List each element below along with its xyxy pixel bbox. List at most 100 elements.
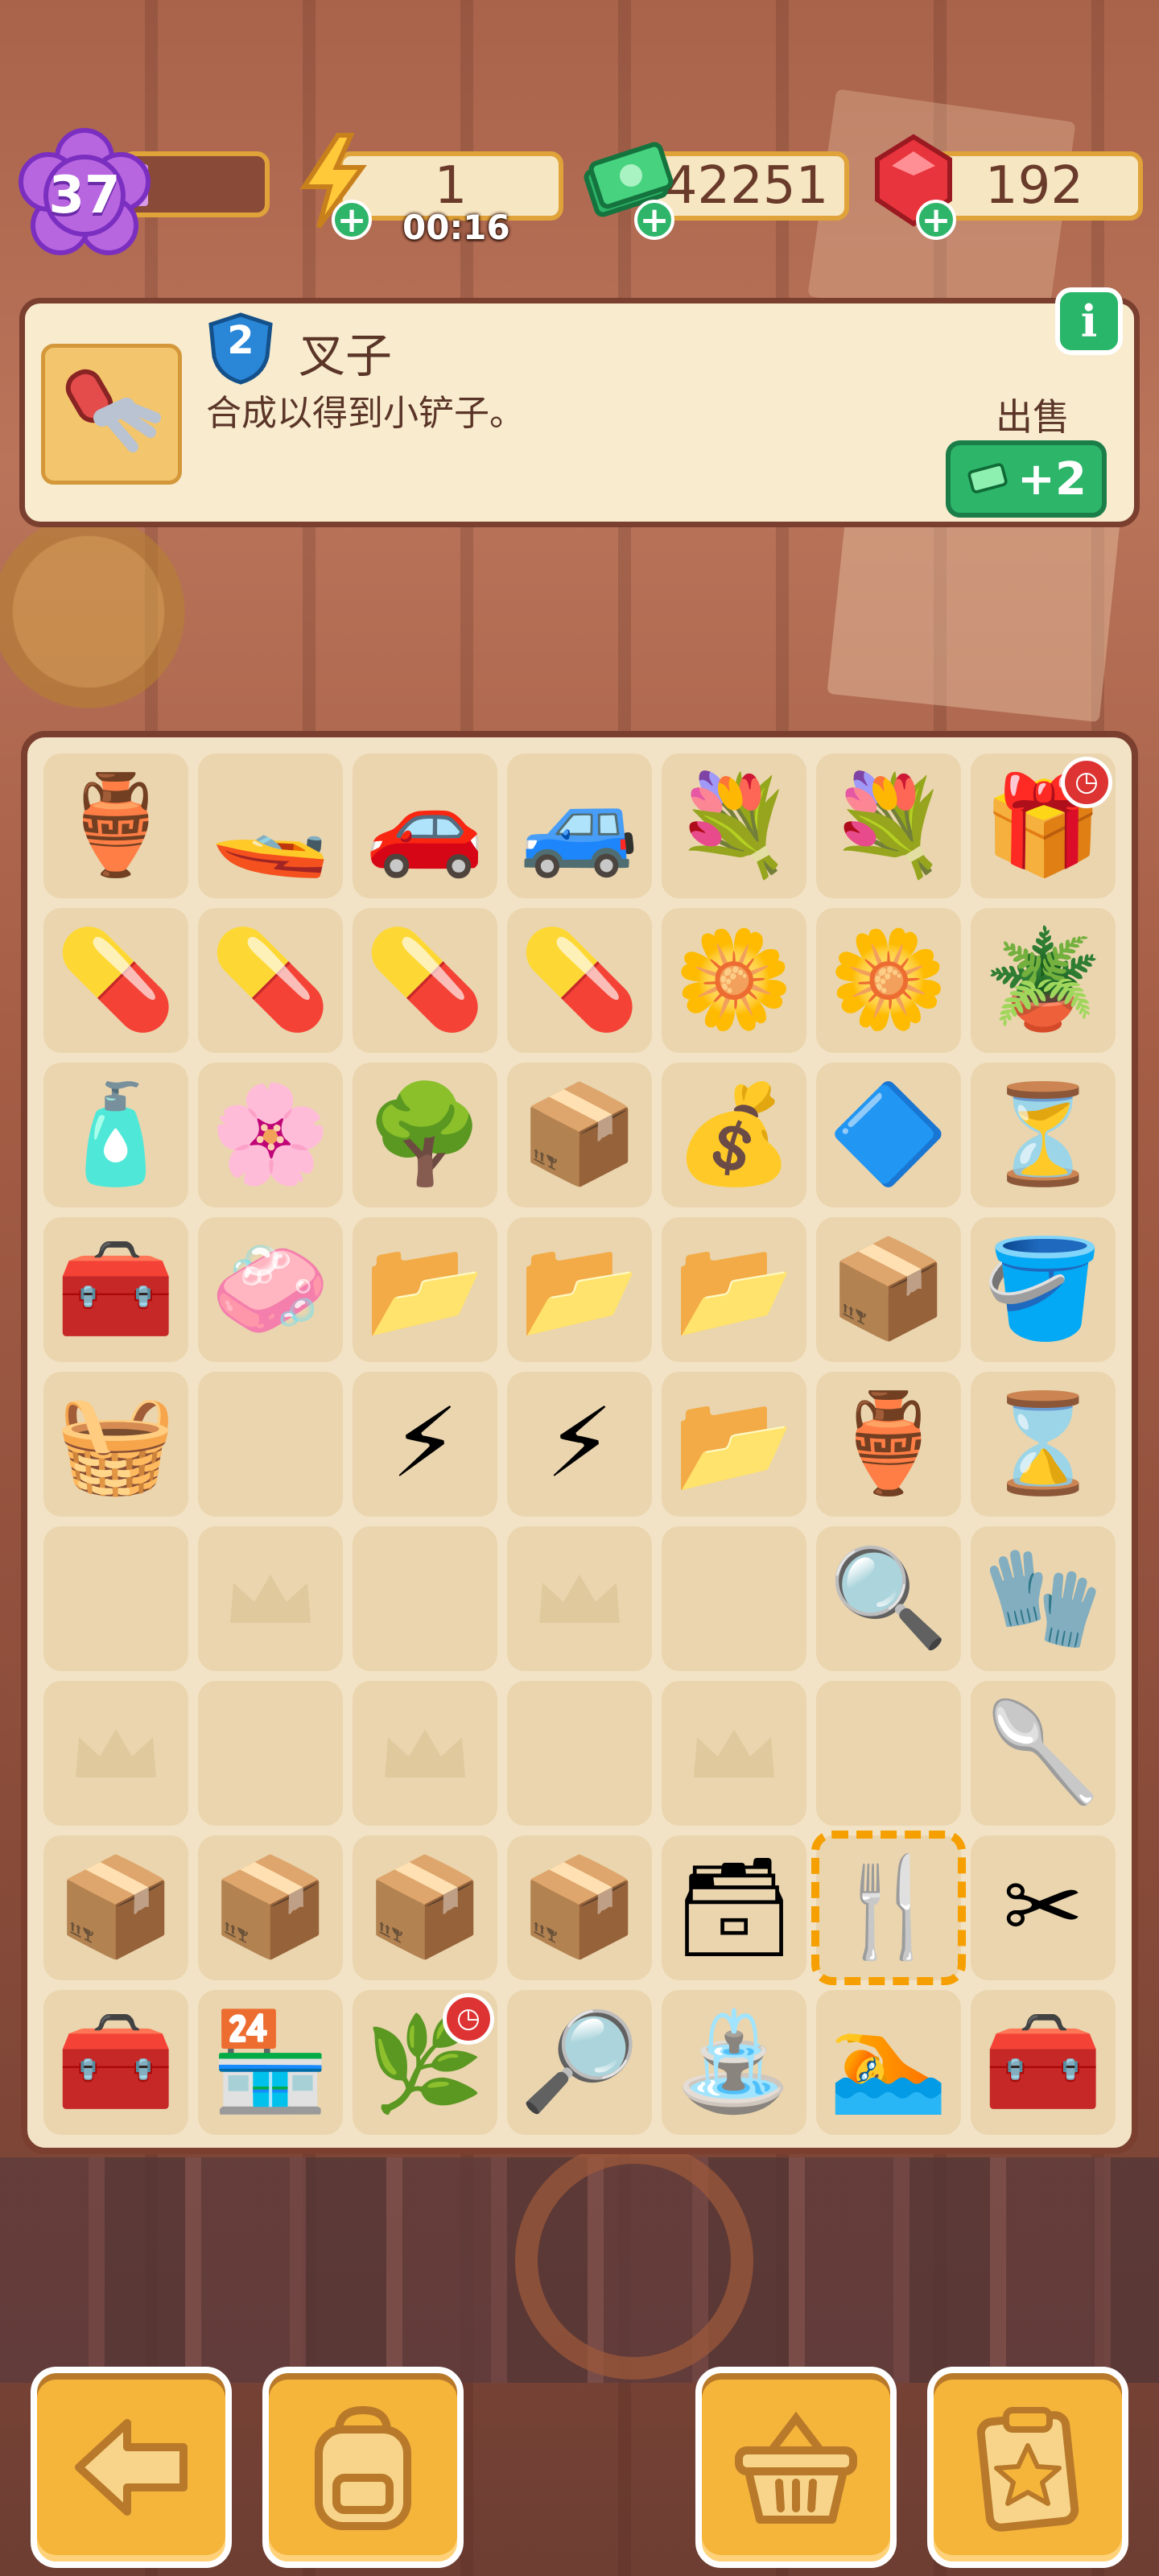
shop-basket-button[interactable] <box>695 2367 897 2568</box>
energy-value: 1 <box>434 156 468 216</box>
flower-bouquet-icon: 💐 <box>674 770 794 881</box>
add-cash-button[interactable]: + <box>634 200 674 240</box>
info-button[interactable]: i <box>1055 287 1123 355</box>
toolbox-chest-icon: 🧰 <box>56 2006 176 2118</box>
board-cell[interactable]: 🏪 <box>198 1990 343 2135</box>
board-cell[interactable]: 🍴 <box>811 1831 966 1985</box>
board-cell[interactable]: 🚗 <box>353 753 497 898</box>
board-cell-empty[interactable] <box>662 1681 806 1826</box>
add-gems-button[interactable]: + <box>916 200 956 240</box>
board-cell-empty[interactable] <box>507 1681 652 1826</box>
board-cell-empty[interactable] <box>198 1372 343 1517</box>
board-cell[interactable]: ⛲ <box>662 1990 806 2135</box>
gem-value: 192 <box>984 156 1084 216</box>
board-cell[interactable]: 🏺 <box>43 753 188 898</box>
board-cell[interactable]: 💰 <box>662 1063 806 1208</box>
board-cell[interactable]: ✂ <box>971 1835 1116 1980</box>
board-cell[interactable]: 🎁 ◷ <box>971 753 1116 898</box>
board-cell[interactable]: 🌳 <box>353 1063 497 1208</box>
board-cell[interactable]: 📦 <box>816 1217 961 1362</box>
board-cell[interactable]: 🪴 <box>971 908 1116 1053</box>
board-cell-empty[interactable] <box>198 1526 343 1671</box>
board-cell-empty[interactable] <box>43 1681 188 1826</box>
board-cell[interactable]: 📂 <box>507 1217 652 1362</box>
back-button[interactable] <box>31 2367 232 2568</box>
envelope-file-icon: 📂 <box>365 1233 485 1345</box>
board-cell[interactable]: ⚡ <box>353 1372 497 1517</box>
board-cell[interactable]: 🧰 <box>971 1990 1116 2135</box>
board-cell-empty[interactable] <box>353 1526 497 1671</box>
jeep-icon: 🚙 <box>519 770 640 881</box>
board-cell[interactable]: 🧴 <box>43 1063 188 1208</box>
idea-box-icon: 📦 <box>828 1233 949 1345</box>
board-cell[interactable]: 🧼 <box>198 1217 343 1362</box>
board-cell[interactable]: 💊 <box>198 908 343 1053</box>
board-cell[interactable]: 📦 <box>198 1835 343 1980</box>
board-cell[interactable]: 🚙 <box>507 753 652 898</box>
board-cell[interactable]: 💊 <box>43 908 188 1053</box>
board-cell[interactable]: 📦 <box>507 1835 652 1980</box>
board-cell[interactable]: 🧤 <box>971 1526 1116 1671</box>
green-tree-icon: 🌳 <box>365 1079 485 1191</box>
board-cell[interactable]: 📦 <box>353 1835 497 1980</box>
background-magnifier <box>515 2141 753 2380</box>
item-level: 2 <box>227 318 254 363</box>
board-cell[interactable]: 🧺 <box>43 1372 188 1517</box>
board-cell[interactable]: 🧰 <box>43 1217 188 1362</box>
board-cell[interactable]: 💊 <box>353 908 497 1053</box>
level-badge[interactable]: 37 <box>16 127 153 264</box>
board-cell[interactable]: ⌛ <box>971 1372 1116 1517</box>
red-toolbox-icon: 🧰 <box>56 1233 176 1345</box>
vending-station-icon: 🏪 <box>210 2006 331 2118</box>
item-name: 叉子 <box>299 328 393 383</box>
fork-icon <box>65 369 161 452</box>
backpack-icon <box>315 2405 411 2530</box>
board-cell[interactable]: 🌸 <box>198 1063 343 1208</box>
board-cell-empty[interactable] <box>198 1681 343 1826</box>
board-cell[interactable]: 📂 <box>662 1217 806 1362</box>
tasks-button[interactable] <box>927 2367 1128 2568</box>
crown-placeholder-icon <box>539 1575 620 1623</box>
crystal-pyramid-icon: 🔷 <box>828 1079 949 1191</box>
board-cell-empty[interactable] <box>43 1526 188 1671</box>
envelope-file-icon: 📂 <box>519 1233 640 1345</box>
board-cell[interactable]: 🌿 ◷ <box>353 1990 497 2135</box>
board-cell[interactable]: 📂 <box>662 1372 806 1517</box>
pool-icon: 🏊 <box>828 2006 949 2118</box>
board-cell[interactable]: 🥄 <box>971 1681 1116 1826</box>
board-cell[interactable]: 💊 <box>507 908 652 1053</box>
board-cell[interactable]: 🌼 <box>816 908 961 1053</box>
board-cell-empty[interactable] <box>507 1526 652 1671</box>
board-cell[interactable]: 💐 <box>816 753 961 898</box>
board-cell[interactable]: 🔍 <box>816 1526 961 1671</box>
board-cell-empty[interactable] <box>816 1681 961 1826</box>
clay-pot-icon: 🪣 <box>983 1233 1103 1345</box>
crown-placeholder-icon <box>76 1729 156 1777</box>
backpack-button[interactable] <box>262 2367 464 2568</box>
board-cell[interactable]: 🌼 <box>662 908 806 1053</box>
purple-car-icon: 🚗 <box>365 770 485 881</box>
board-cell[interactable]: 🏺 <box>816 1372 961 1517</box>
board-cell[interactable]: ⏳ <box>971 1063 1116 1208</box>
board-cell[interactable]: 📦 <box>507 1063 652 1208</box>
board-cell[interactable]: 🧰 <box>43 1990 188 2135</box>
board-cell[interactable]: 💐 <box>662 753 806 898</box>
pottery-crate-icon: 📦 <box>210 1852 331 1963</box>
board-cell[interactable]: 🔎 <box>507 1990 652 2135</box>
board-cell[interactable]: 🪣 <box>971 1217 1116 1362</box>
board-cell[interactable]: 🚤 <box>198 753 343 898</box>
sell-button[interactable]: +2 <box>946 440 1107 518</box>
board-cell-empty[interactable] <box>353 1681 497 1826</box>
board-cell[interactable]: 📂 <box>353 1217 497 1362</box>
board-cell[interactable]: 🏊 <box>816 1990 961 2135</box>
board-cell[interactable]: 📦 <box>43 1835 188 1980</box>
board-cell[interactable]: 🔷 <box>816 1063 961 1208</box>
add-energy-button[interactable]: + <box>332 200 372 240</box>
item-info-panel: 2 叉子 合成以得到小铲子。 i 出售 +2 <box>19 287 1140 527</box>
evidence-bag-icon: 🔍 <box>828 1542 949 1654</box>
board-cell[interactable]: 🗃 <box>662 1835 806 1980</box>
board-cell[interactable]: ⚡ <box>507 1372 652 1517</box>
sell-label: 出售 <box>996 395 1070 439</box>
selection-frame <box>811 1831 966 1985</box>
board-cell-empty[interactable] <box>662 1526 806 1671</box>
